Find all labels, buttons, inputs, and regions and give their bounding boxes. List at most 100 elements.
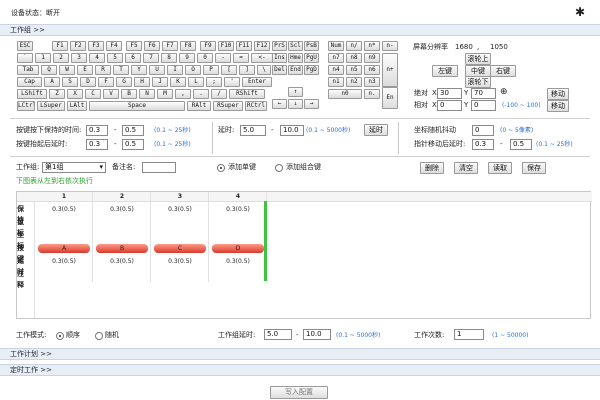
key-n3[interactable]: n3 [364,77,380,87]
key-f8[interactable]: F8 [180,41,196,51]
key-lctrl[interactable]: LCtrl [17,101,35,111]
key-psb[interactable]: PsB [304,41,319,51]
key-r[interactable]: R [95,65,111,75]
delay-cell[interactable]: 0.3(0.5) [152,257,208,267]
delay-min-input[interactable]: 5.0 [240,125,266,136]
key-s[interactable]: S [62,77,78,87]
key-pgu[interactable]: PgU [304,53,319,63]
delay-cell[interactable]: 0.3(0.5) [36,257,92,267]
key-4[interactable]: 4 [89,53,105,63]
key-n5[interactable]: n5 [346,65,362,75]
key-8[interactable]: 8 [161,53,177,63]
key-g[interactable]: G [116,77,132,87]
key-n[interactable]: n+ [382,53,398,87]
key-hme[interactable]: Hme [288,53,303,63]
rel-y-input[interactable]: 0 [471,100,496,111]
work-plan-bar[interactable]: 工作计划 >> [0,348,600,360]
key-k[interactable]: K [170,77,186,87]
key-ins[interactable]: Ins [272,53,287,63]
clear-button[interactable]: 清空 [454,162,478,174]
key-h[interactable]: H [134,77,150,87]
delay-cell[interactable]: 0.3(0.5) [94,257,150,267]
key-v[interactable]: V [103,89,119,99]
key-f9[interactable]: F9 [200,41,216,51]
key-a[interactable]: A [44,77,60,87]
key-arrow-up[interactable]: ↑ [288,87,303,97]
key-w[interactable]: W [59,65,75,75]
timed-work-bar[interactable]: 定时工作 >> [0,364,600,376]
key-5[interactable]: 5 [107,53,123,63]
key-n7[interactable]: n7 [328,53,344,63]
key-del[interactable]: Del [272,65,287,75]
delay-max-input[interactable]: 10.0 [280,125,304,136]
key-9[interactable]: 9 [179,53,195,63]
key-sym[interactable]: <- [251,53,273,63]
rel-move-button[interactable]: 移动 [547,100,569,112]
coord-jitter-input[interactable]: 0 [472,125,494,136]
abs-move-button[interactable]: 移动 [547,88,569,100]
key-cap[interactable]: Cap [17,77,42,87]
key-esc[interactable]: ESC [17,41,33,51]
key-sym[interactable]: ] [239,65,255,75]
key-cell-d[interactable]: D [212,244,264,253]
key-f11[interactable]: F11 [236,41,252,51]
rel-x-input[interactable]: 0 [437,100,462,111]
key-prs[interactable]: PrS [272,41,287,51]
key-sym[interactable]: [ [221,65,237,75]
key-f2[interactable]: F2 [70,41,86,51]
key-f10[interactable]: F10 [218,41,234,51]
work-group-bar[interactable]: 工作组 >> [0,24,600,36]
key-sym[interactable]: ; [206,77,222,87]
key-sym[interactable]: , [175,89,191,99]
key-f1[interactable]: F1 [52,41,68,51]
key-ralt[interactable]: RAlt [187,101,211,111]
key-sym[interactable]: ' [224,77,240,87]
key-l[interactable]: L [188,77,204,87]
key-f[interactable]: F [98,77,114,87]
key-rshift[interactable]: RShift [229,89,265,99]
key-n[interactable]: N [139,89,155,99]
abs-x-input[interactable]: 30 [437,88,462,99]
key-sym[interactable]: / [211,89,227,99]
key-sym[interactable]: ` [17,53,33,63]
delay-cell[interactable]: 0.3(0.5) [210,257,266,267]
key-b[interactable]: B [121,89,137,99]
key-arrow-left[interactable]: ← [272,99,287,109]
key-n2[interactable]: n2 [346,77,362,87]
key-arrow-right[interactable]: → [304,99,319,109]
key-scl[interactable]: Scl [288,41,303,51]
key-f6[interactable]: F6 [144,41,160,51]
key-n[interactable]: n. [364,89,380,99]
note-input[interactable] [142,162,176,173]
hold-cell[interactable]: 0.3(0.5) [36,205,92,215]
key-d[interactable]: D [80,77,96,87]
key-p[interactable]: P [203,65,219,75]
key-0[interactable]: 0 [197,53,213,63]
key-n9[interactable]: n9 [364,53,380,63]
add-combo-radio[interactable] [275,164,283,172]
right-click-button[interactable]: 右键 [490,65,516,77]
delete-button[interactable]: 删除 [420,162,444,174]
key-f3[interactable]: F3 [88,41,104,51]
key-t[interactable]: T [113,65,129,75]
key-num[interactable]: Num [328,41,344,51]
delay-button[interactable]: 延时 [364,124,388,136]
key-c[interactable]: C [85,89,101,99]
release-min-input[interactable]: 0.3 [86,139,108,150]
key-n4[interactable]: n4 [328,65,344,75]
key-n0[interactable]: n0 [328,89,362,99]
key-f7[interactable]: F7 [162,41,178,51]
key-rctrl[interactable]: RCtrl [245,101,267,111]
key-f12[interactable]: F12 [254,41,270,51]
key-rsuper[interactable]: RSuper [213,101,243,111]
key-x[interactable]: X [67,89,83,99]
key-cell-c[interactable]: C [154,244,206,253]
key-n[interactable]: n- [382,41,398,51]
key-7[interactable]: 7 [143,53,159,63]
work-count-input[interactable]: 1 [454,329,484,340]
add-single-radio[interactable] [217,164,225,172]
wheel-up-button[interactable]: 滚轮上 [465,53,491,65]
key-tab[interactable]: Tab [17,65,39,75]
key-cell-a[interactable]: A [38,244,90,253]
key-sym[interactable]: - [215,53,231,63]
